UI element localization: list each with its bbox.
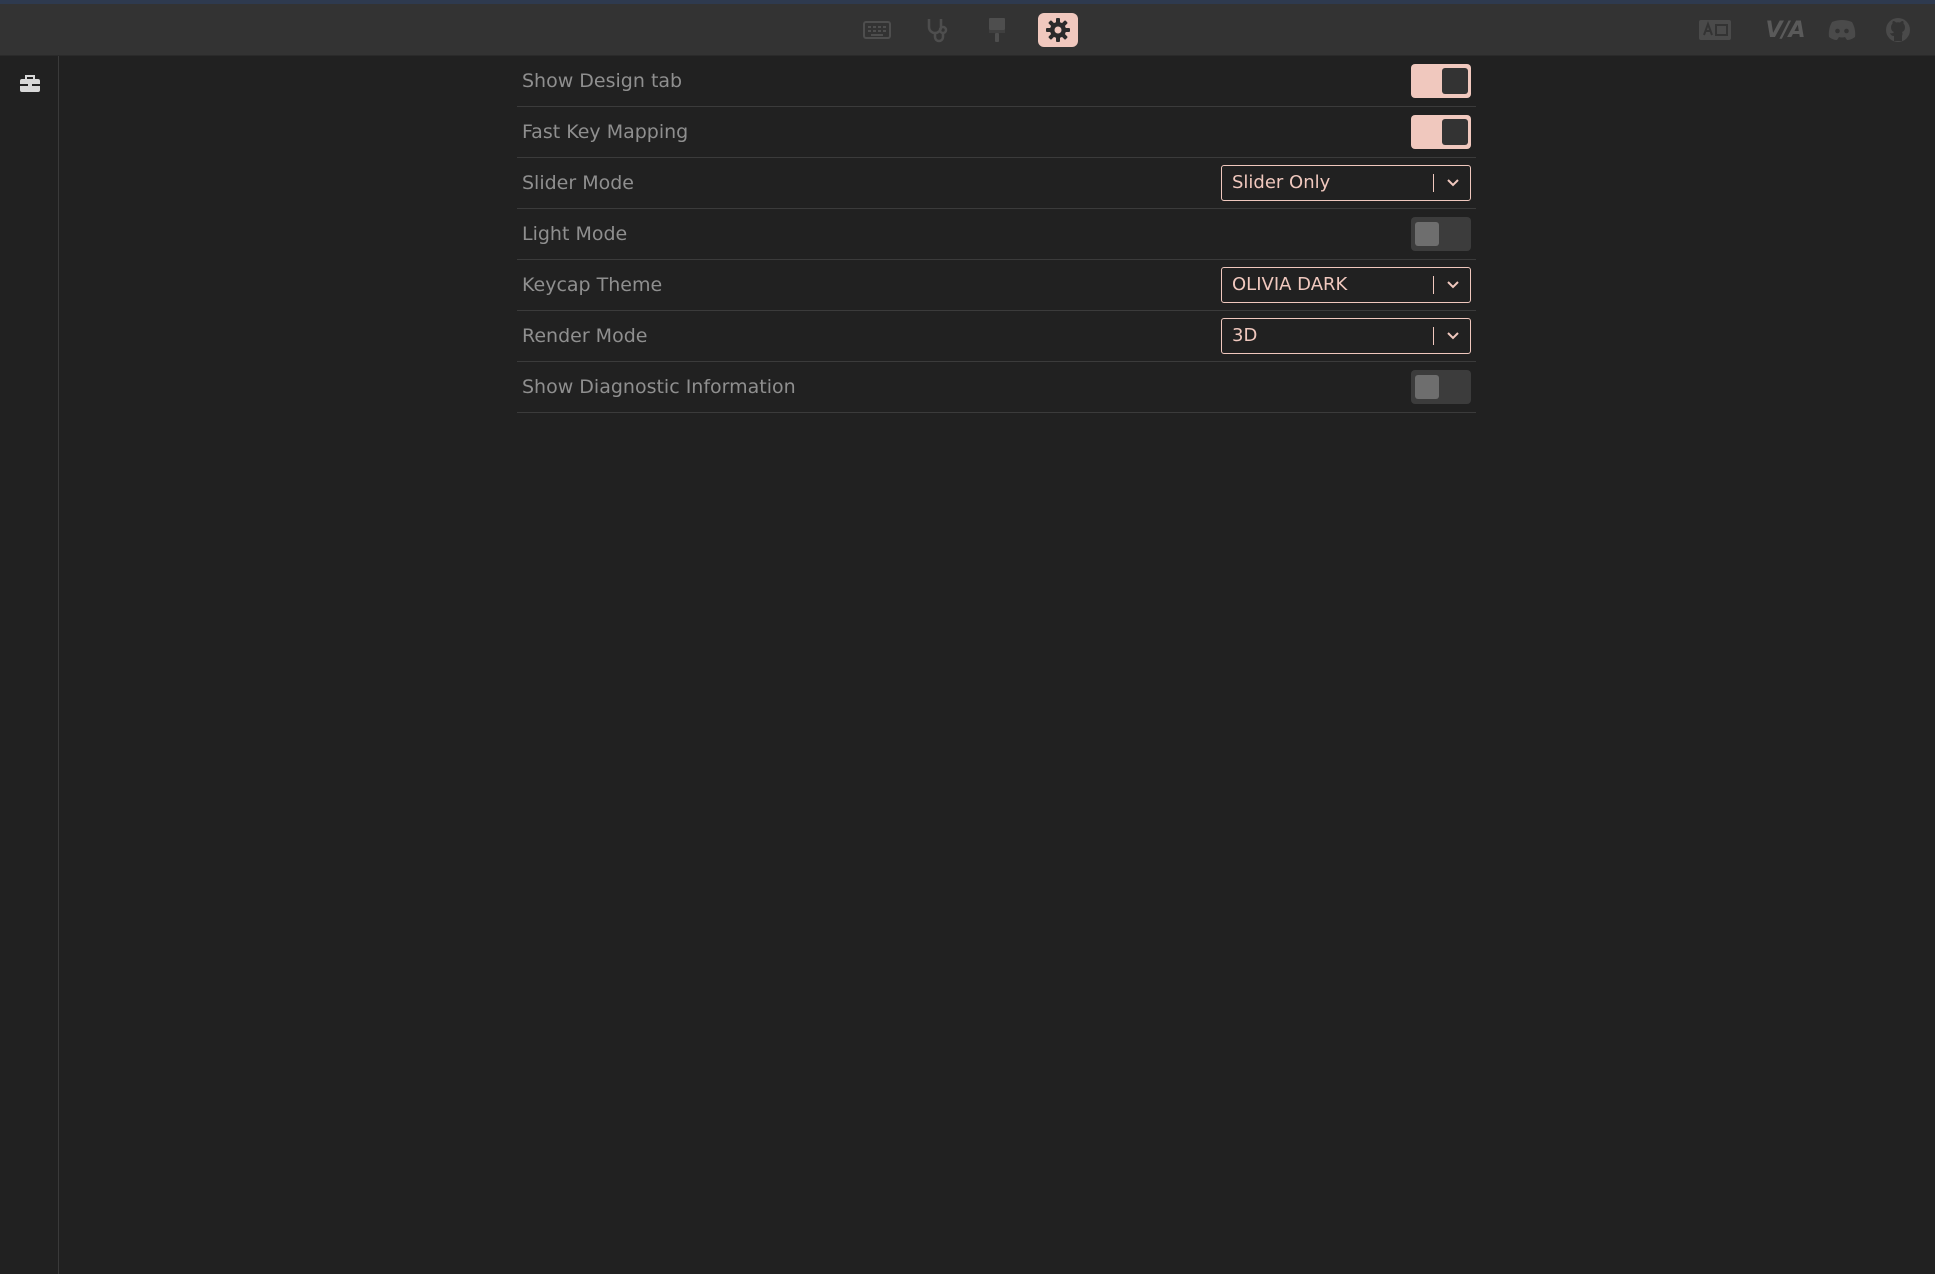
show-design-tab-toggle[interactable] [1411, 64, 1471, 98]
discord-icon[interactable] [1826, 14, 1858, 46]
setting-row-slider-mode: Slider Mode Slider Only [517, 158, 1476, 209]
setting-label: Light Mode [522, 223, 628, 245]
language-icon[interactable] [1697, 14, 1733, 46]
setting-row-light-mode: Light Mode [517, 209, 1476, 260]
show-diagnostic-information-toggle[interactable] [1411, 370, 1471, 404]
stethoscope-icon[interactable] [917, 13, 957, 47]
setting-label: Show Design tab [522, 70, 683, 92]
keycap-theme-select[interactable]: OLIVIA DARK [1221, 267, 1471, 303]
setting-label: Show Diagnostic Information [522, 376, 796, 398]
setting-row-render-mode: Render Mode 3D [517, 311, 1476, 362]
select-separator [1433, 276, 1434, 294]
toggle-knob [1415, 375, 1439, 399]
chevron-down-icon[interactable] [1444, 174, 1462, 192]
setting-row-fast-key-mapping: Fast Key Mapping [517, 107, 1476, 158]
setting-row-show-diagnostic-information: Show Diagnostic Information [517, 362, 1476, 413]
chevron-down-icon[interactable] [1444, 327, 1462, 345]
setting-label: Slider Mode [522, 172, 634, 194]
setting-row-show-design-tab: Show Design tab [517, 56, 1476, 107]
via-logo-text: V/A [1765, 17, 1805, 43]
toolbox-icon[interactable] [18, 72, 42, 96]
select-separator [1433, 327, 1434, 345]
slider-mode-select[interactable]: Slider Only [1221, 165, 1471, 201]
setting-label: Render Mode [522, 325, 648, 347]
settings-panel: Show Design tab Fast Key Mapping Slider … [517, 56, 1476, 413]
select-value: OLIVIA DARK [1232, 274, 1348, 295]
github-icon[interactable] [1882, 14, 1914, 46]
light-mode-toggle[interactable] [1411, 217, 1471, 251]
paintbrush-icon[interactable] [977, 13, 1017, 47]
select-value: 3D [1232, 325, 1258, 346]
gear-icon[interactable] [1038, 13, 1078, 47]
top-navigation-bar: V/A [0, 4, 1935, 56]
toggle-knob [1442, 119, 1468, 145]
keyboard-icon[interactable] [857, 13, 897, 47]
setting-label: Keycap Theme [522, 274, 663, 296]
via-logo[interactable]: V/A [1763, 14, 1807, 46]
fast-key-mapping-toggle[interactable] [1411, 115, 1471, 149]
select-separator [1433, 174, 1434, 192]
setting-row-keycap-theme: Keycap Theme OLIVIA DARK [517, 260, 1476, 311]
chevron-down-icon[interactable] [1444, 276, 1462, 294]
toggle-knob [1415, 222, 1439, 246]
select-value: Slider Only [1232, 172, 1331, 193]
toggle-knob [1442, 68, 1468, 94]
sidebar [0, 56, 59, 1274]
render-mode-select[interactable]: 3D [1221, 318, 1471, 354]
setting-label: Fast Key Mapping [522, 121, 689, 143]
